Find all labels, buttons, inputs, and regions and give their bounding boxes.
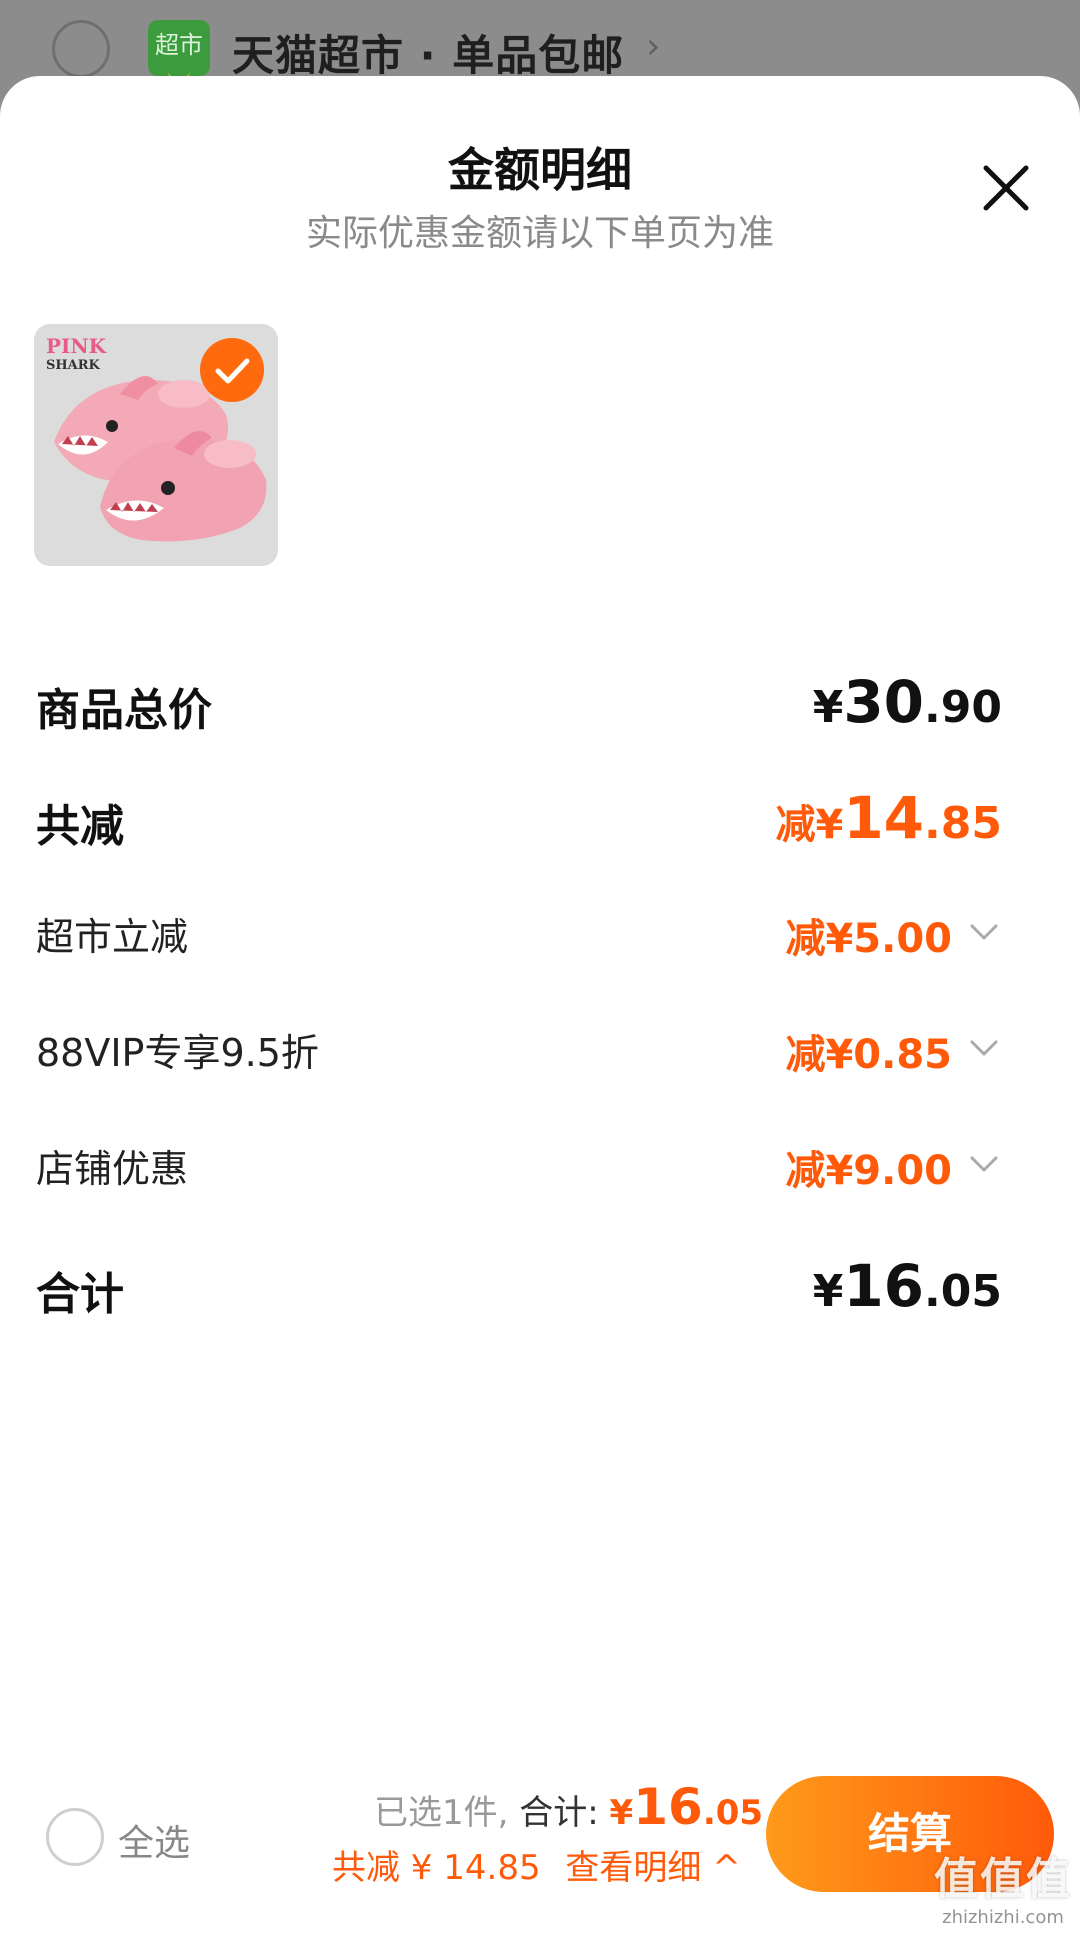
total-discount-label: 共减 — [36, 801, 124, 852]
sheet-title: 金额明细 — [448, 143, 632, 197]
discount-detail-link[interactable]: 共减 ¥ 14.85 查看明细 ^ — [332, 1840, 741, 1889]
close-icon[interactable] — [980, 162, 1032, 214]
discount-summary: 共减 ¥ 14.85 — [332, 1848, 541, 1888]
total-price-value: ¥30.90 — [812, 668, 1002, 736]
discount-value: 减¥0.85 — [785, 1032, 952, 1078]
discount-row[interactable]: 88VIP专享9.5折 减¥0.85 — [36, 1016, 1002, 1078]
row-total-price: 商品总价 ¥30.90 — [36, 668, 1002, 738]
discount-value: 减¥5.00 — [785, 916, 952, 962]
view-detail-link[interactable]: 查看明细 ^ — [565, 1848, 740, 1888]
chevron-down-icon[interactable] — [966, 914, 1002, 950]
row-total-discount: 共减 减¥14.85 — [36, 784, 1002, 854]
grand-total-label: 合计 — [36, 1269, 124, 1320]
store-badge-text: 超市 — [155, 31, 203, 59]
bottom-bar: 全选 已选1件, 合计: ¥16.05 共减 ¥ 14.85 查看明细 ^ 结算… — [0, 1742, 1080, 1934]
amount-detail-sheet: 金额明细 实际优惠金额请以下单页为准 PINK SHARK 商品总价 ¥30.9… — [0, 76, 1080, 1934]
watermark: 值值值 zhizhizhi.com — [934, 1854, 1072, 1928]
discount-row[interactable]: 店铺优惠 减¥9.00 — [36, 1132, 1002, 1194]
store-title: 天猫超市 · 单品包邮 — [232, 31, 625, 80]
selected-check-icon[interactable] — [200, 338, 264, 402]
row-grand-total: 合计 ¥16.05 — [36, 1252, 1002, 1322]
discount-row[interactable]: 超市立减 减¥5.00 — [36, 900, 1002, 962]
discount-label: 店铺优惠 — [36, 1147, 189, 1191]
background-select-radio — [52, 20, 110, 78]
total-label: 合计: — [519, 1793, 599, 1833]
select-all-radio[interactable] — [46, 1808, 104, 1866]
select-all-label[interactable]: 全选 — [118, 1814, 190, 1866]
selected-summary: 已选1件, 合计: ¥16.05 — [374, 1778, 764, 1836]
grand-total-value: ¥16.05 — [812, 1252, 1002, 1320]
selected-count: 已选1件, — [374, 1793, 509, 1833]
chevron-down-icon[interactable] — [966, 1146, 1002, 1182]
chevron-right-icon: › — [646, 26, 661, 67]
discount-value: 减¥9.00 — [785, 1148, 952, 1194]
discount-label: 88VIP专享9.5折 — [36, 1031, 319, 1075]
discount-label: 超市立减 — [36, 915, 189, 959]
chevron-down-icon[interactable] — [966, 1030, 1002, 1066]
total-discount-value: 减¥14.85 — [775, 784, 1002, 852]
sheet-subtitle: 实际优惠金额请以下单页为准 — [305, 213, 774, 254]
store-badge-icon: 超市 — [148, 20, 210, 82]
total-price-label: 商品总价 — [36, 685, 212, 736]
